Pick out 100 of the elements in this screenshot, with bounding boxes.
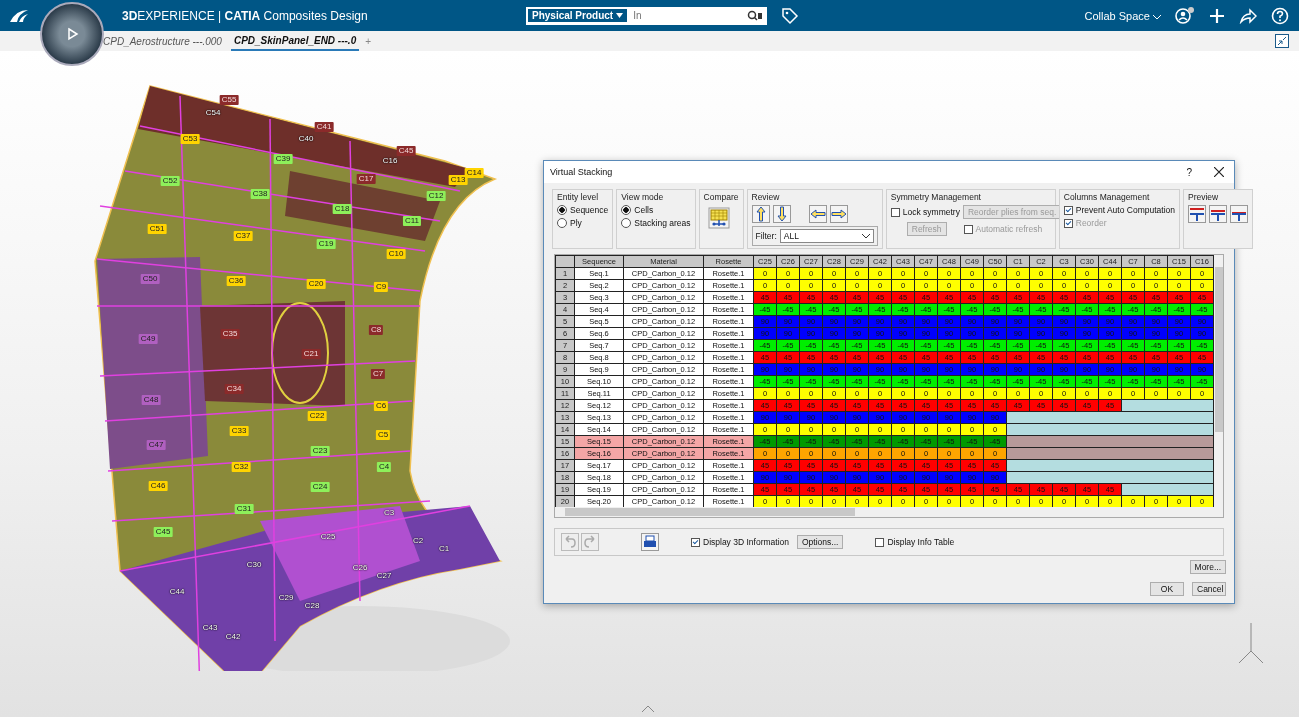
zone-label: C16 (381, 156, 399, 166)
zone-label: C46 (148, 481, 168, 491)
zone-label: C13 (448, 175, 468, 185)
prevent-auto-computation-checkbox[interactable]: Prevent Auto Computation (1063, 205, 1175, 215)
filter-dropdown[interactable]: ALL (779, 229, 874, 243)
zone-label: C32 (231, 462, 251, 472)
tag-icon[interactable] (781, 6, 799, 25)
arrow-up-icon[interactable] (751, 205, 770, 223)
logo-icon (8, 7, 30, 24)
print-icon[interactable] (641, 533, 659, 551)
zone-label: C24 (310, 482, 330, 492)
group-label: View mode (621, 192, 665, 202)
zone-label: C8 (368, 325, 384, 335)
zone-label: C12 (426, 191, 446, 201)
radio-option[interactable]: Cells (621, 205, 691, 215)
collab-space-dropdown[interactable]: Collab Space (1084, 9, 1161, 22)
zone-label: C17 (356, 174, 376, 184)
zone-label: C7 (370, 369, 386, 379)
zone-label: C42 (224, 632, 242, 642)
radio-option[interactable]: Ply (557, 218, 609, 228)
zone-label: C36 (226, 276, 246, 286)
group-label: Compare (703, 192, 739, 202)
zone-label: C55 (219, 95, 239, 105)
group-label: Preview (1188, 192, 1220, 202)
display-info-table-checkbox[interactable]: Display Info Table (875, 537, 955, 547)
zone-label: C34 (224, 384, 244, 394)
zone-label: C20 (306, 279, 326, 289)
dialog-title: Virtual Stacking (550, 167, 613, 177)
scope-dropdown[interactable]: Physical Product (528, 9, 628, 22)
zone-label: C22 (307, 411, 327, 421)
user-icon[interactable] (1175, 6, 1195, 25)
zone-label: C39 (273, 154, 293, 164)
zone-label: C45 (153, 527, 173, 537)
document-tab[interactable]: CPD_Aerostructure ---.000 (100, 32, 225, 50)
zone-label: C41 (314, 122, 334, 132)
zone-label: C3 (382, 508, 396, 518)
add-icon[interactable] (1209, 7, 1225, 24)
caret-icon (616, 13, 624, 18)
zone-label: C5 (375, 430, 391, 440)
ply-preview-icon[interactable] (1209, 205, 1227, 223)
zone-label: C6 (373, 401, 389, 411)
zone-label: C26 (351, 563, 369, 573)
zone-label: C1 (437, 544, 451, 554)
close-icon[interactable] (1214, 167, 1224, 177)
options-button[interactable]: Options... (797, 535, 844, 549)
zone-label: C37 (233, 231, 253, 241)
vertical-scrollbar[interactable] (1214, 255, 1223, 507)
compare-table-icon[interactable] (707, 207, 730, 229)
zone-label: C54 (204, 108, 222, 118)
zone-label: C53 (180, 134, 200, 144)
more-button[interactable]: More... (1189, 560, 1226, 574)
zone-label: C18 (332, 204, 352, 214)
zone-label: C45 (396, 146, 416, 156)
caret-icon (861, 233, 870, 239)
zone-label: C52 (160, 176, 180, 186)
zone-label: C29 (277, 593, 295, 603)
arrow-down-icon[interactable] (772, 205, 791, 223)
ply-preview-icon[interactable] (1230, 205, 1248, 223)
zone-label: C33 (229, 426, 249, 436)
zone-label: C27 (375, 571, 393, 581)
zone-label: C30 (245, 560, 263, 570)
zone-label: C9 (373, 282, 389, 292)
lock-symmetry-checkbox[interactable]: Lock symmetry (890, 207, 960, 217)
group-label: Columns Management (1063, 192, 1151, 202)
arrow-right-icon[interactable] (829, 205, 848, 223)
zone-label: C2 (411, 536, 425, 546)
radio-option[interactable]: Sequence (557, 205, 609, 215)
zone-label: C47 (146, 440, 166, 450)
search-field[interactable]: Physical Product In (526, 6, 767, 25)
app-title: 3DEXPERIENCE | CATIA Composites Design (122, 8, 369, 23)
ok-button[interactable]: OK (1150, 582, 1184, 596)
zone-label: C23 (310, 446, 330, 456)
zone-label: C10 (386, 249, 406, 259)
zone-label: C49 (138, 334, 158, 344)
zone-label: C43 (201, 623, 219, 633)
collapse-icon[interactable] (1275, 34, 1289, 48)
help-icon[interactable] (1271, 6, 1289, 25)
group-label: Review (751, 192, 781, 202)
search-icon[interactable] (747, 9, 763, 22)
zone-label: C48 (141, 395, 161, 405)
cancel-button[interactable]: Cancel (1192, 582, 1226, 596)
expand-icon[interactable] (641, 705, 655, 713)
zone-label: C25 (319, 532, 337, 542)
zone-label: C19 (316, 239, 336, 249)
ply-preview-icon[interactable] (1188, 205, 1206, 223)
group-label: Symmetry Management (890, 192, 982, 202)
zone-label: C28 (303, 601, 321, 611)
zone-label: C44 (168, 587, 186, 597)
share-icon[interactable] (1239, 7, 1257, 24)
radio-option[interactable]: Stacking areas (621, 218, 691, 228)
display-3d-information-checkbox[interactable]: Display 3D Information (691, 537, 789, 547)
help-button[interactable]: ? (1186, 166, 1192, 178)
zone-label: C31 (234, 504, 254, 514)
arrow-left-icon[interactable] (808, 205, 827, 223)
zone-label: C50 (140, 274, 160, 284)
zone-label: C38 (250, 189, 270, 199)
group-label: Entity level (557, 192, 600, 202)
horizontal-scrollbar[interactable] (555, 507, 1223, 517)
zone-label: C21 (301, 349, 321, 359)
zone-label: C4 (376, 462, 392, 472)
